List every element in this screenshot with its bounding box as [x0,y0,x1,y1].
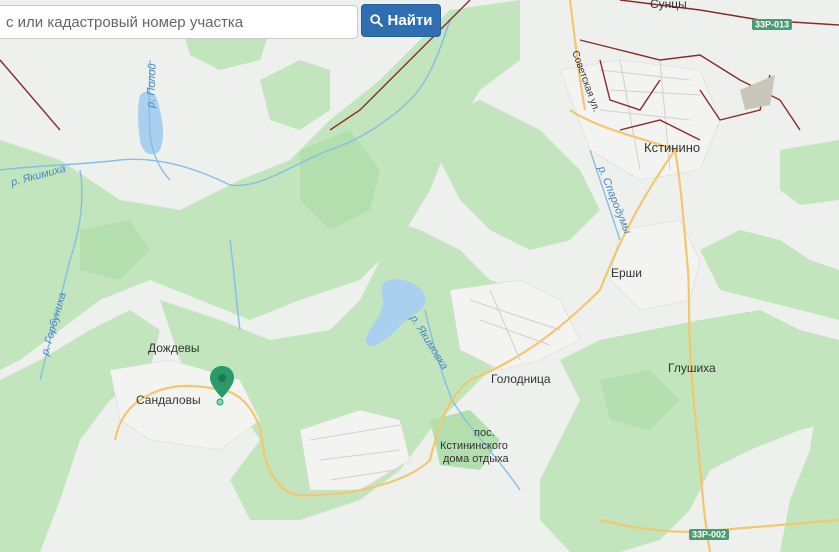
place-label-sandalovy: Сандаловы [136,393,201,407]
search-icon [369,14,383,27]
svg-text:пос.: пос. [474,427,495,439]
map-canvas[interactable]: 33Р-013 33Р-002 Сунцы Кстинино Ерши Дожд… [0,0,839,552]
search-button-label: Найти [387,12,433,29]
place-label-dozhdevy: Дождевы [148,341,200,355]
svg-text:Кстининского: Кстининского [440,440,508,452]
svg-text:33Р-002: 33Р-002 [692,530,726,540]
place-label-glushikha: Глушиха [668,361,716,375]
search-input[interactable] [0,6,357,38]
place-label-ershi: Ерши [611,266,642,280]
svg-text:33Р-013: 33Р-013 [755,20,789,30]
search-field-container [0,5,358,39]
road-shield-r002: 33Р-002 [689,529,729,540]
river-label-polom: р. Полой [145,63,159,109]
place-label-sunzy: Сунцы [650,0,687,11]
place-label-kstinino: Кстинино [644,140,700,155]
road-shield-r013: 33Р-013 [752,19,792,30]
svg-text:дома отдыха: дома отдыха [443,453,510,465]
place-label-golodnitsa: Голодница [491,372,551,386]
search-button[interactable]: Найти [361,4,441,37]
